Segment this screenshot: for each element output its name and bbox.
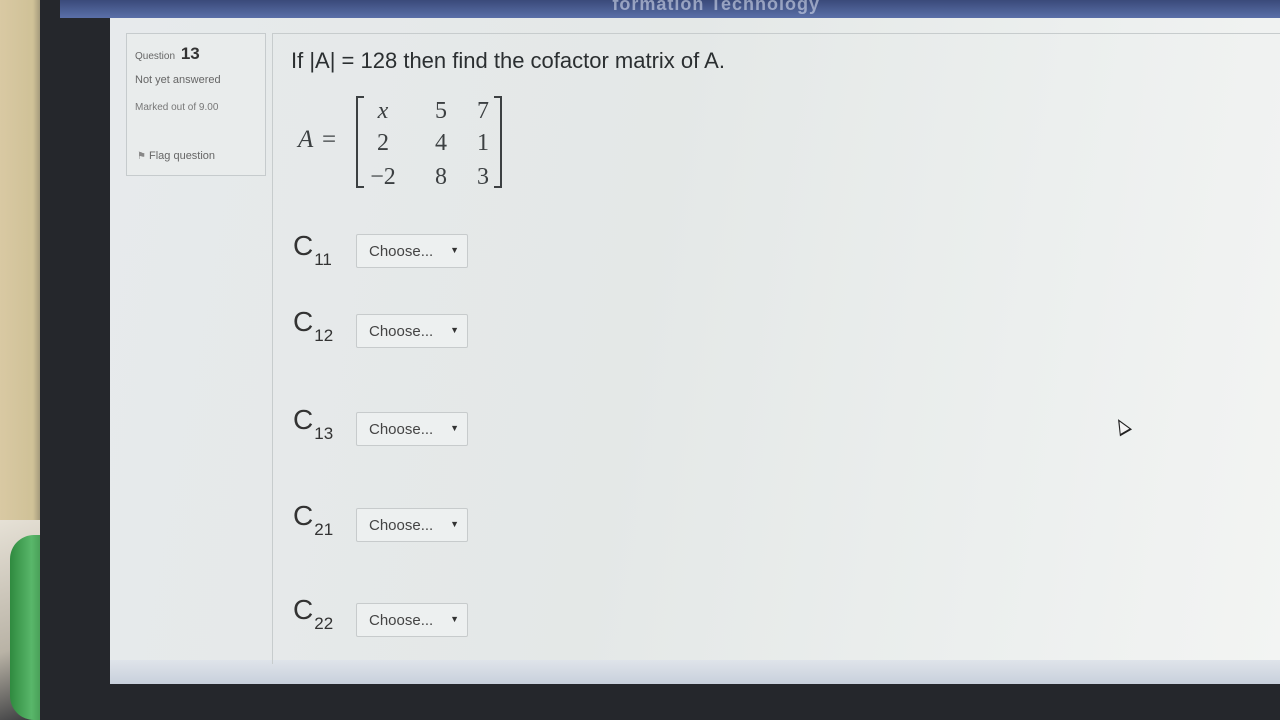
select-value: Choose... [369, 612, 434, 629]
matrix-equals: = [322, 126, 337, 153]
cofactor-label-c12: C12 [293, 306, 333, 345]
matrix-cell: x [377, 98, 389, 124]
flag-question-label: Flag question [149, 150, 216, 162]
cofactor-subscript: 11 [314, 250, 332, 269]
matrix-cell: 2 [377, 130, 389, 156]
select-value: Choose... [369, 323, 434, 340]
matrix-cell: 8 [435, 164, 447, 190]
question-label: Question [135, 51, 176, 62]
matrix-name: A [298, 126, 314, 153]
question-number-value: 13 [180, 44, 200, 63]
marks-label: Marked out of 9.00 [135, 102, 219, 113]
cofactor-subscript: 13 [314, 424, 334, 443]
cofactor-letter: C [293, 306, 314, 337]
cofactor-c22-select[interactable]: Choose... ▼ [356, 603, 468, 637]
site-header-bar: formation Technology [60, 0, 1280, 18]
matrix-cell: 3 [477, 164, 489, 190]
matrix-cell: 7 [477, 98, 489, 124]
cofactor-label-c21: C21 [293, 500, 333, 539]
question-info-box: Question 13 Not yet answered Marked out … [126, 33, 266, 176]
matrix-cell: −2 [370, 164, 396, 190]
matrix-cell: 1 [477, 130, 489, 156]
dropdown-arrow-icon: ▼ [450, 614, 459, 624]
select-value: Choose... [369, 243, 434, 260]
matrix-cell: 4 [435, 130, 447, 156]
question-number: Question 13 [135, 44, 200, 64]
cofactor-subscript: 12 [314, 326, 334, 345]
cofactor-letter: C [293, 230, 314, 261]
flag-icon: ⚑ [137, 151, 146, 162]
site-header-text: formation Technology [612, 0, 820, 14]
cofactor-subscript: 22 [314, 614, 334, 633]
matrix-cell: 5 [435, 98, 447, 124]
matrix-left-bracket [356, 96, 364, 188]
cofactor-letter: C [293, 404, 314, 435]
dropdown-arrow-icon: ▼ [450, 245, 459, 255]
cofactor-subscript: 21 [314, 520, 334, 539]
cofactor-letter: C [293, 594, 314, 625]
select-value: Choose... [369, 421, 434, 438]
cofactor-c11-select[interactable]: Choose... ▼ [356, 234, 468, 268]
flag-question-link[interactable]: ⚑ Flag question [137, 150, 215, 162]
question-text: If |A| = 128 then find the cofactor matr… [291, 48, 725, 73]
cofactor-c12-select[interactable]: Choose... ▼ [356, 314, 468, 348]
cofactor-label-c22: C22 [293, 594, 333, 633]
dropdown-arrow-icon: ▼ [450, 423, 459, 433]
cofactor-c21-select[interactable]: Choose... ▼ [356, 508, 468, 542]
cofactor-label-c11: C11 [293, 230, 332, 269]
dropdown-arrow-icon: ▼ [450, 325, 459, 335]
matrix: A = x 5 7 2 4 1 −2 8 3 [298, 96, 518, 196]
cofactor-label-c13: C13 [293, 404, 333, 443]
answer-state: Not yet answered [135, 74, 221, 86]
cofactor-letter: C [293, 500, 314, 531]
cofactor-c13-select[interactable]: Choose... ▼ [356, 412, 468, 446]
dropdown-arrow-icon: ▼ [450, 519, 459, 529]
select-value: Choose... [369, 517, 434, 534]
